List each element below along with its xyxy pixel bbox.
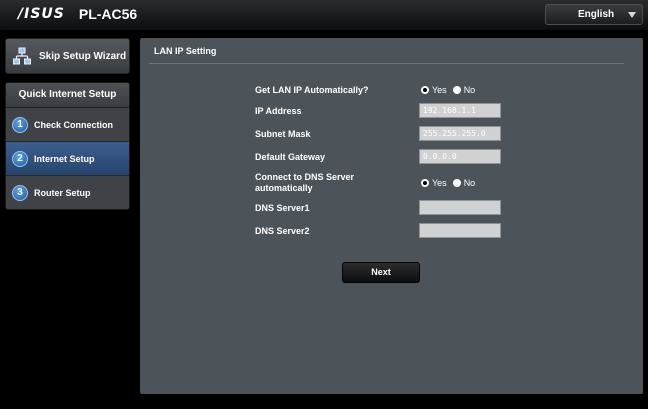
auto-ip-no-label: No	[463, 85, 476, 95]
asus-logo: /ISUS	[18, 6, 65, 22]
dns-server2-field[interactable]	[419, 223, 501, 238]
dns-auto-yes-radio[interactable]	[421, 179, 429, 187]
skip-setup-wizard-label: Skip Setup Wizard	[39, 50, 127, 62]
lan-ip-setting-panel: LAN IP Setting Get LAN IP Automatically?…	[140, 38, 643, 394]
auto-ip-yes-label: Yes	[432, 85, 447, 95]
quick-internet-setup-title: Quick Internet Setup	[6, 83, 129, 108]
dns-auto-radio-group: Yes No	[421, 178, 481, 188]
auto-ip-no-radio[interactable]	[452, 86, 461, 94]
network-icon	[13, 47, 31, 65]
step-check-connection[interactable]: 1 Check Connection	[6, 108, 129, 142]
auto-ip-radio-group: Yes No	[421, 85, 481, 95]
brand: /ISUS PL-AC56	[18, 6, 137, 22]
auto-ip-label: Get LAN IP Automatically?	[255, 85, 369, 95]
dns-auto-no-label: No	[463, 178, 476, 188]
ip-address-label: IP Address	[255, 106, 302, 116]
step-label: Router Setup	[34, 187, 91, 198]
chevron-down-icon	[628, 12, 636, 18]
dns-server2-label: DNS Server2	[255, 226, 310, 236]
skip-setup-wizard-button[interactable]: Skip Setup Wizard	[5, 38, 130, 74]
step-number-badge: 2	[12, 150, 28, 167]
next-button[interactable]: Next	[342, 262, 420, 283]
ip-address-field[interactable]: 192.168.1.1	[419, 103, 501, 118]
dns-auto-label-line1: Connect to DNS Server	[255, 172, 355, 182]
dns-auto-label-line2: automatically	[255, 183, 313, 193]
subnet-mask-label: Subnet Mask	[255, 129, 311, 139]
step-number-badge: 3	[12, 184, 28, 201]
language-label: English	[578, 9, 615, 20]
page-title: LAN IP Setting	[154, 46, 217, 56]
default-gateway-label: Default Gateway	[255, 152, 326, 162]
step-label: Check Connection	[34, 119, 114, 130]
step-internet-setup[interactable]: 2 Internet Setup	[6, 142, 129, 176]
subnet-mask-field[interactable]: 255.255.255.0	[419, 126, 501, 141]
dns-server1-field[interactable]	[419, 200, 501, 215]
step-router-setup[interactable]: 3 Router Setup	[6, 176, 129, 209]
step-label: Internet Setup	[34, 153, 95, 164]
language-select[interactable]: English	[545, 4, 643, 25]
auto-ip-yes-radio[interactable]	[421, 86, 429, 94]
dns-auto-no-radio[interactable]	[452, 179, 461, 187]
dns-server1-label: DNS Server1	[255, 203, 310, 213]
model-name: PL-AC56	[78, 6, 138, 22]
dns-auto-yes-label: Yes	[432, 178, 447, 188]
default-gateway-field[interactable]: 0.0.0.0	[419, 149, 501, 164]
title-divider	[149, 63, 624, 64]
quick-internet-setup-panel: Quick Internet Setup 1 Check Connection …	[5, 82, 130, 210]
header-bar: /ISUS PL-AC56 English	[0, 0, 648, 30]
step-number-badge: 1	[12, 116, 28, 133]
